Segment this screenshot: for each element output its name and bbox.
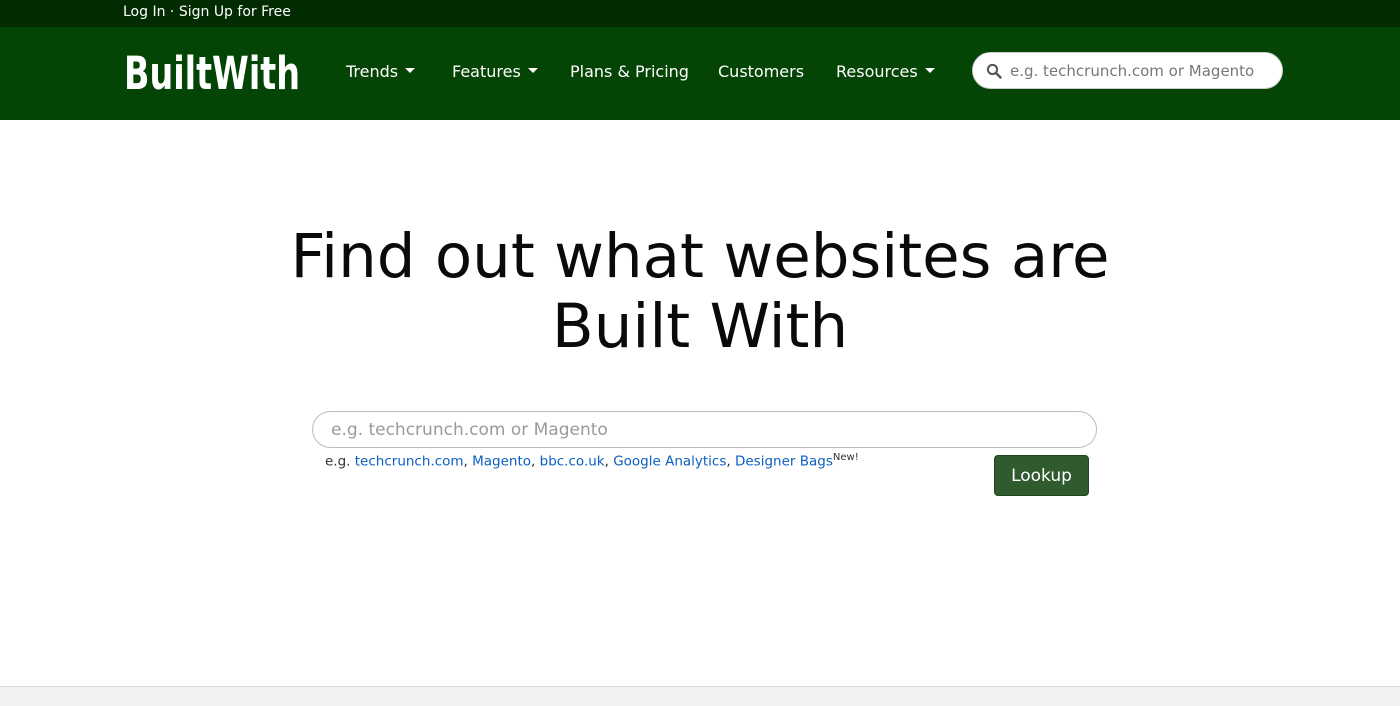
nav-search-box	[972, 52, 1283, 89]
examples-separator: ,	[726, 453, 731, 470]
nav-features-label: Features	[452, 62, 521, 81]
nav-customers-label: Customers	[718, 62, 805, 81]
example-link-techcrunch[interactable]: techcrunch.com	[355, 454, 464, 470]
signup-link[interactable]: Sign Up for Free	[179, 4, 291, 20]
examples-separator: ,	[463, 453, 468, 470]
login-link[interactable]: Log In	[123, 4, 165, 20]
example-link-google-analytics[interactable]: Google Analytics	[613, 454, 726, 470]
example-link-magento[interactable]: Magento	[472, 454, 531, 470]
chevron-down-icon	[924, 68, 935, 73]
nav-resources[interactable]: Resources	[836, 62, 935, 81]
nav-customers[interactable]: Customers	[718, 62, 804, 81]
svg-text:BuiltWith: BuiltWith	[124, 47, 300, 95]
headline-line-1: Find out what websites are	[290, 221, 1110, 292]
lookup-button[interactable]: Lookup	[994, 455, 1089, 496]
nav-plans-pricing[interactable]: Plans & Pricing	[570, 62, 689, 81]
main-search-input[interactable]	[331, 412, 1081, 447]
builtwith-logo[interactable]: BuiltWith	[124, 43, 302, 95]
search-icon	[986, 63, 1002, 79]
headline-line-2: Built With	[551, 291, 849, 362]
example-link-bbc[interactable]: bbc.co.uk	[540, 454, 605, 470]
chevron-down-icon	[405, 68, 416, 73]
nav-plans-pricing-label: Plans & Pricing	[570, 62, 689, 81]
footer-strip	[0, 686, 1400, 706]
search-examples: e.g. techcrunch.com, Magento, bbc.co.uk,…	[325, 452, 859, 470]
page-headline: Find out what websites are Built With	[0, 222, 1400, 362]
chevron-down-icon	[527, 68, 538, 73]
examples-separator: ,	[604, 453, 609, 470]
nav-resources-label: Resources	[836, 62, 918, 81]
main-navbar: BuiltWith Trends Features Plans & Pricin…	[0, 27, 1400, 120]
main-search-box	[312, 411, 1097, 448]
nav-trends-label: Trends	[346, 62, 399, 81]
nav-search-input[interactable]	[1010, 53, 1275, 88]
new-badge: New!	[832, 452, 859, 463]
nav-features[interactable]: Features	[452, 62, 538, 81]
auth-separator: ·	[169, 4, 175, 20]
example-link-designer-bags[interactable]: Designer Bags	[735, 454, 833, 470]
nav-trends[interactable]: Trends	[346, 62, 416, 81]
top-bar: Log In · Sign Up for Free	[0, 0, 1400, 27]
examples-prefix: e.g.	[325, 453, 351, 470]
auth-links: Log In · Sign Up for Free	[123, 4, 291, 20]
examples-separator: ,	[531, 453, 536, 470]
